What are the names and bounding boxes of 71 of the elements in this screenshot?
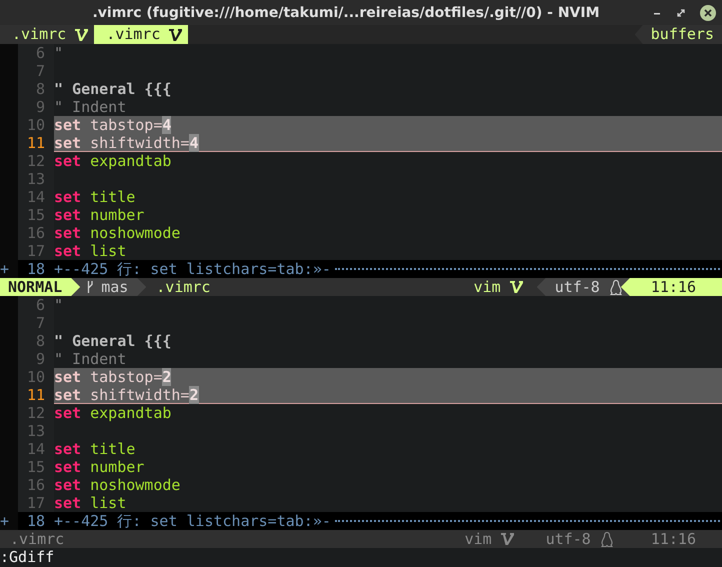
code-line: set shiftwidth=2 (54, 386, 198, 404)
code-line: set list (54, 242, 128, 260)
penguin-icon (600, 532, 613, 546)
line-number: 6 (18, 296, 54, 314)
fold-sign: + (0, 512, 18, 530)
line-number: 14 (18, 440, 54, 458)
fold-text: +--425 行: set listchars=tab:»- (54, 260, 331, 278)
command-line[interactable]: :Gdiff (0, 548, 54, 566)
code-line: set expandtab (54, 404, 172, 422)
code-line: set tabstop=2 (54, 368, 172, 386)
code-line: " Indent (54, 98, 128, 116)
line-number: 13 (18, 422, 54, 440)
restore-icon[interactable] (676, 8, 686, 18)
file-name: .vimrc (9, 530, 66, 548)
line-number: 11 (18, 134, 54, 152)
code-line: set list (54, 494, 128, 512)
line-number: 14 (18, 188, 54, 206)
v-logo-icon (74, 28, 88, 42)
line-number: 12 (18, 152, 54, 170)
line-number: 9 (18, 98, 54, 116)
v-logo-icon (508, 280, 523, 294)
code-line: set title (54, 440, 136, 458)
file-encoding: utf-8 (546, 530, 591, 548)
file-encoding: utf-8 (554, 278, 600, 296)
line-number: 13 (18, 170, 54, 188)
close-icon[interactable] (700, 4, 716, 20)
penguin-icon (610, 280, 622, 294)
line-number: 11 (18, 386, 54, 404)
code-line: set number (54, 458, 146, 476)
line-number: 12 (18, 404, 54, 422)
line-number: 17 (18, 494, 54, 512)
line-number: 10 (18, 116, 54, 134)
code-line: " (54, 296, 64, 314)
line-number: 16 (18, 476, 54, 494)
line-number: 6 (18, 44, 54, 62)
code-line: set shiftwidth=4 (54, 134, 198, 152)
line-number: 17 (18, 242, 54, 260)
code-line: " General {{{ (54, 80, 172, 98)
line-number: 8 (18, 80, 54, 98)
window-title: .vimrc (fugitive:///home/takumi/...reireias/dotfiles/.git//0) - NVIM (91, 4, 601, 20)
branch-icon (87, 281, 94, 293)
file-name: .vimrc (155, 278, 212, 296)
fold-sign: + (0, 260, 18, 278)
line-number: 15 (18, 458, 54, 476)
line-number: 15 (18, 206, 54, 224)
code-line: set title (54, 188, 136, 206)
buffer-tab[interactable]: .vimrc (94, 25, 188, 44)
v-logo-icon (168, 28, 182, 42)
line-number: 16 (18, 224, 54, 242)
fold-text: +--425 行: set listchars=tab:»- (54, 512, 331, 530)
line-number: 7 (18, 62, 54, 80)
code-line: " Indent (54, 350, 128, 368)
code-line: set number (54, 206, 146, 224)
line-number: 9 (18, 350, 54, 368)
mode-indicator: NORMAL (0, 278, 80, 296)
buffers-label: buffers (634, 25, 722, 44)
file-type: vim (464, 530, 492, 548)
cursor-position: 11:16 (620, 278, 722, 296)
line-number: 7 (18, 314, 54, 332)
code-line: " General {{{ (54, 332, 172, 350)
code-line: set noshowmode (54, 476, 182, 494)
v-logo-icon (500, 532, 514, 546)
code-line: set expandtab (54, 152, 172, 170)
buffer-tab[interactable]: .vimrc (0, 25, 94, 44)
cursor-position: 11:16 (650, 530, 697, 548)
line-number: 8 (18, 332, 54, 350)
line-number: 10 (18, 368, 54, 386)
file-type: vim (474, 278, 501, 296)
code-line: set tabstop=4 (54, 116, 172, 134)
code-line: " (54, 44, 64, 62)
code-line: set noshowmode (54, 224, 182, 242)
